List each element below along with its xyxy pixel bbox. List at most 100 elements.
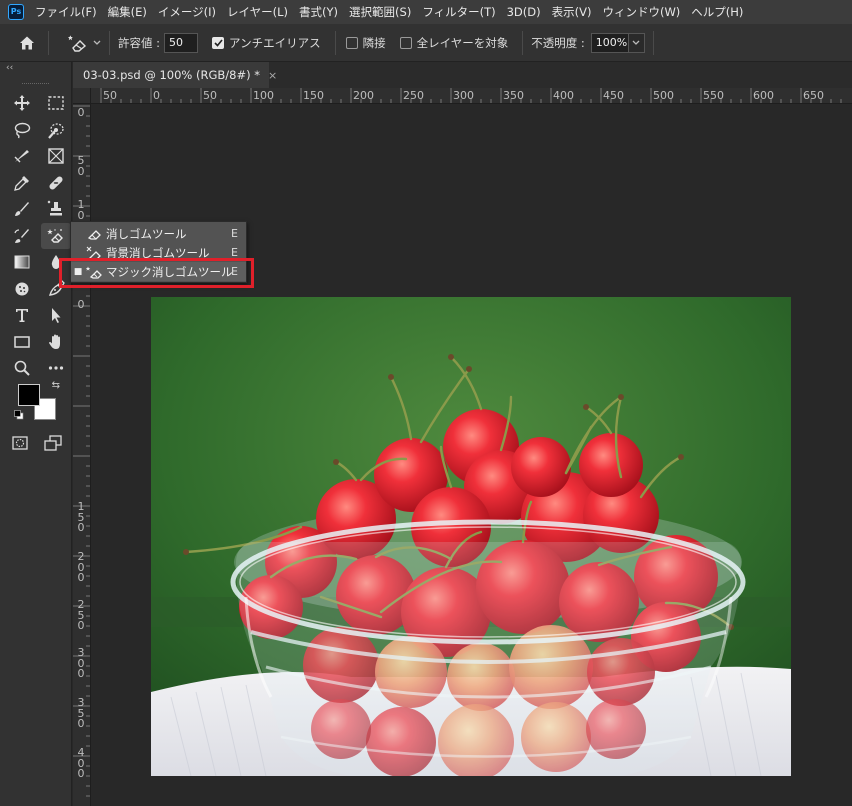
default-colors-icon[interactable] — [14, 410, 24, 420]
ruler-label: 0 — [77, 106, 85, 119]
eyedropper-icon — [14, 175, 29, 191]
color-swatches: ⇆ — [14, 380, 60, 428]
close-icon[interactable]: × — [268, 69, 277, 82]
history-brush-tool[interactable] — [7, 223, 37, 249]
healing-brush-tool[interactable] — [41, 170, 71, 196]
marquee-tool[interactable] — [41, 90, 71, 116]
panel-grip[interactable] — [22, 74, 49, 84]
ruler-label: 550 — [703, 89, 724, 102]
menu-image[interactable]: イメージ(I) — [153, 0, 222, 24]
frame-icon — [48, 148, 64, 164]
eraser-tool-group[interactable] — [41, 222, 71, 249]
menu-3d[interactable]: 3D(D) — [502, 0, 547, 24]
tool-preset-picker[interactable] — [67, 34, 101, 52]
all-layers-checkbox[interactable]: 全レイヤーを対象 — [399, 35, 509, 51]
sponge-icon — [15, 282, 29, 295]
tools-panel: ‹‹ ⇆ — [0, 62, 72, 806]
foreground-color[interactable] — [18, 384, 40, 406]
frame-tool[interactable] — [41, 143, 71, 169]
type-tool[interactable] — [7, 302, 37, 328]
vertical-ruler[interactable]: 0 50 10 0 150 200 250 300 350 400 — [73, 104, 91, 806]
photoshop-logo-icon[interactable]: Ps — [8, 4, 24, 20]
screen-mode-button[interactable] — [38, 430, 68, 456]
antialias-label: アンチエイリアス — [229, 35, 321, 50]
document-canvas[interactable] — [151, 297, 791, 776]
opacity-control[interactable]: 100% — [590, 32, 645, 53]
chevron-down-icon — [632, 40, 640, 45]
menu-type[interactable]: 書式(Y) — [294, 0, 344, 24]
divider — [48, 30, 49, 55]
tolerance-label: 許容値 : — [118, 35, 161, 50]
chevron-down-icon — [93, 40, 101, 45]
move-icon — [14, 95, 30, 111]
antialias-checkbox[interactable]: アンチエイリアス — [212, 35, 321, 51]
swap-colors-icon[interactable]: ⇆ — [52, 380, 60, 391]
tolerance-input[interactable]: 50 — [164, 32, 199, 53]
menu-filter[interactable]: フィルター(T) — [417, 0, 501, 24]
ruler-label: 50 — [77, 154, 85, 178]
divider — [652, 30, 654, 55]
ruler-origin[interactable] — [73, 88, 91, 104]
slice-icon — [14, 150, 29, 163]
menu-edit[interactable]: 編集(E) — [103, 0, 153, 24]
opacity-label: 不透明度 : — [531, 35, 585, 50]
panel-collapse-button[interactable]: ‹‹ — [0, 62, 71, 74]
quick-selection-tool[interactable] — [41, 117, 71, 143]
lasso-tool[interactable] — [7, 117, 37, 143]
ruler-label: 0 — [77, 298, 85, 311]
rectangle-tool[interactable] — [7, 329, 37, 355]
gradient-tool[interactable] — [7, 249, 37, 275]
opacity-dropdown[interactable] — [628, 32, 645, 53]
all-layers-label: 全レイヤーを対象 — [416, 35, 509, 50]
menu-help[interactable]: ヘルプ(H) — [686, 0, 749, 24]
contiguous-label: 隣接 — [362, 35, 386, 50]
ruler-label: 350 — [77, 696, 85, 730]
lasso-icon — [14, 122, 31, 138]
menu-window[interactable]: ウィンドウ(W) — [597, 0, 686, 24]
move-tool[interactable] — [7, 90, 37, 116]
history-brush-icon — [14, 228, 29, 243]
ruler-label: 200 — [77, 550, 85, 584]
rectangle-icon — [14, 335, 30, 348]
divider — [522, 30, 524, 55]
home-button[interactable] — [14, 30, 40, 56]
ruler-label: 150 — [77, 500, 85, 534]
horizontal-ruler[interactable]: 50 0 50 100 150 200 250 300 350 400 450 … — [73, 88, 852, 104]
dodge-tool[interactable] — [7, 276, 37, 302]
quick-mask-icon — [12, 436, 28, 450]
ruler-label: 0 — [153, 89, 160, 102]
menu-view[interactable]: 表示(V) — [547, 0, 598, 24]
contiguous-checkbox[interactable]: 隣接 — [345, 35, 386, 51]
more-tools[interactable] — [41, 355, 71, 381]
quick-mask-button[interactable] — [5, 430, 35, 456]
magic-eraser-icon — [68, 34, 87, 52]
brush-tool[interactable] — [7, 196, 37, 222]
zoom-tool[interactable] — [7, 355, 37, 381]
menu-layer[interactable]: レイヤー(L) — [222, 0, 294, 24]
crop-tool[interactable] — [7, 143, 37, 169]
type-icon — [16, 309, 28, 322]
menu-file[interactable]: ファイル(F) — [30, 0, 103, 24]
ruler-label: 300 — [453, 89, 474, 102]
ruler-label: 250 — [403, 89, 424, 102]
ruler-label: 350 — [503, 89, 524, 102]
opacity-input[interactable]: 100% — [590, 32, 629, 53]
divider — [334, 30, 336, 55]
flyout-item-eraser[interactable]: 消しゴムツール E — [71, 224, 246, 243]
cherries-photo — [151, 297, 791, 776]
ruler-label: 450 — [603, 89, 624, 102]
document-tab[interactable]: 03-03.psd @ 100% (RGB/8#) * × — [73, 62, 277, 88]
hand-tool[interactable] — [41, 329, 71, 355]
ruler-label: 600 — [753, 89, 774, 102]
ruler-label: 200 — [353, 89, 374, 102]
bandage-icon — [49, 175, 63, 190]
magic-eraser-icon — [47, 228, 63, 243]
clone-stamp-tool[interactable] — [41, 196, 71, 222]
ruler-label: 500 — [653, 89, 674, 102]
path-selection-tool[interactable] — [41, 302, 71, 328]
ruler-label: 50 — [103, 89, 117, 102]
menu-select[interactable]: 選択範囲(S) — [344, 0, 417, 24]
rect-marquee-icon — [48, 96, 64, 110]
eyedropper-tool[interactable] — [7, 170, 37, 196]
stamp-icon — [47, 200, 62, 216]
